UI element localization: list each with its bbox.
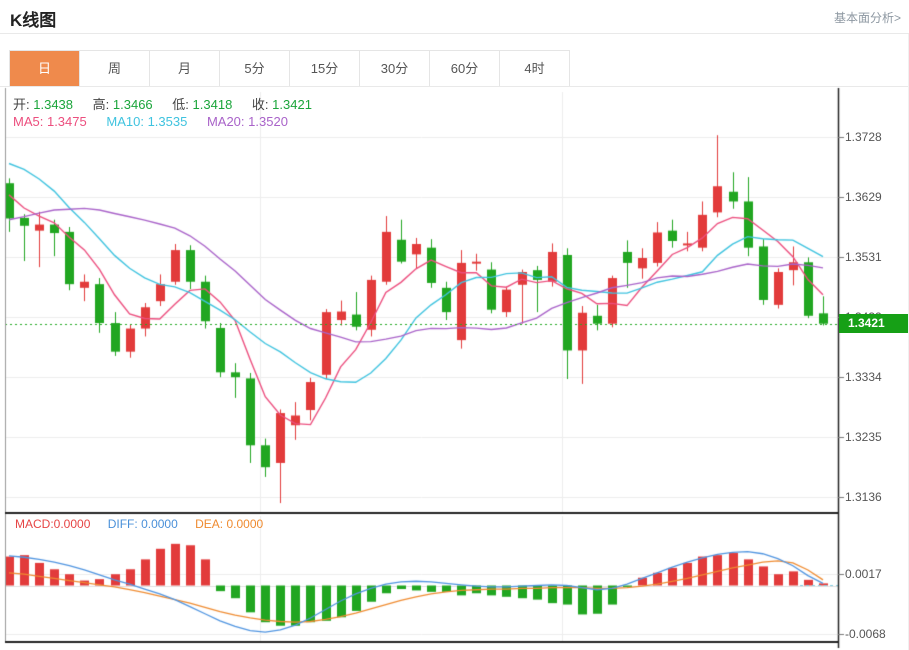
price-tick-label: 1.3629 <box>845 190 907 204</box>
macd-tick-label: 0.0017 <box>845 567 907 581</box>
tab-week[interactable]: 周 <box>80 51 150 86</box>
open-label: 开: <box>13 97 30 112</box>
macd-value: MACD:0.0000 <box>15 517 90 531</box>
diff-value: DIFF: 0.0000 <box>108 517 178 531</box>
open-value: 1.3438 <box>33 97 73 112</box>
tab-60min[interactable]: 60分 <box>430 51 500 86</box>
ma-readout: MA5: 1.3475 MA10: 1.3535 MA20: 1.3520 <box>13 114 288 129</box>
price-tick-label: 1.3334 <box>845 370 907 384</box>
current-price-badge: 1.3421 <box>839 314 909 333</box>
tabs-divider <box>0 86 909 87</box>
high-value: 1.3466 <box>113 97 153 112</box>
ma5-readout: MA5: 1.3475 <box>13 114 87 129</box>
tab-4hour[interactable]: 4时 <box>500 51 569 86</box>
ohlc-readout: 开: 1.3438 高: 1.3466 低: 1.3418 收: 1.3421 <box>13 94 328 113</box>
ma10-readout: MA10: 1.3535 <box>106 114 187 129</box>
header-divider <box>0 33 909 34</box>
low-value: 1.3418 <box>193 97 233 112</box>
tab-5min[interactable]: 5分 <box>220 51 290 86</box>
tab-15min[interactable]: 15分 <box>290 51 360 86</box>
high-label: 高: <box>93 97 110 112</box>
price-tick-label: 1.3531 <box>845 250 907 264</box>
tab-month[interactable]: 月 <box>150 51 220 86</box>
tab-day[interactable]: 日 <box>10 51 80 86</box>
macd-readout: MACD:0.0000 DIFF: 0.0000 DEA: 0.0000 <box>15 517 263 531</box>
low-label: 低: <box>172 97 189 112</box>
page-title: K线图 <box>10 6 56 31</box>
timeframe-tabs: 日 周 月 5分 15分 30分 60分 4时 <box>9 50 570 87</box>
price-tick-label: 1.3235 <box>845 430 907 444</box>
close-value: 1.3421 <box>272 97 312 112</box>
price-tick-label: 1.3136 <box>845 490 907 504</box>
dea-value: DEA: 0.0000 <box>195 517 263 531</box>
close-label: 收: <box>252 97 269 112</box>
macd-tick-label: -0.0068 <box>845 627 907 641</box>
price-tick-label: 1.3728 <box>845 130 907 144</box>
fundamental-analysis-link[interactable]: 基本面分析> <box>834 9 901 26</box>
ma20-readout: MA20: 1.3520 <box>207 114 288 129</box>
tab-30min[interactable]: 30分 <box>360 51 430 86</box>
